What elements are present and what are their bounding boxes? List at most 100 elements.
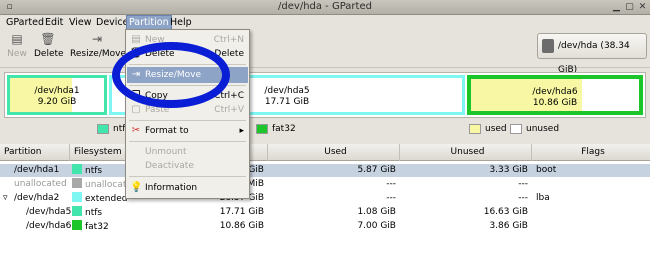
menu-help[interactable]: Help [168, 15, 194, 30]
fat32-swatch [72, 220, 82, 230]
disk-graphic: /dev/hda1 9.20 GiB /dev/hda5 17.71 GiB /… [4, 72, 646, 118]
menu-item-label: Unmount [145, 147, 187, 157]
used-cell: --- [386, 193, 396, 203]
size-cell: 10.86 GiB [219, 221, 264, 231]
new-button[interactable]: ▤ New [6, 32, 28, 59]
table-row[interactable]: unallocated unallocated MiB --- --- [0, 178, 650, 191]
trash-icon: 🗑 [40, 32, 56, 46]
column-used[interactable]: Used [268, 144, 400, 161]
filesystem-label: fat32 [85, 222, 109, 232]
size-cell: 17.71 GiB [219, 207, 264, 217]
filesystem-label: ntfs [85, 166, 103, 176]
paste-icon: ▢ [131, 104, 141, 115]
menu-partition[interactable]: Partition [126, 15, 172, 30]
menu-separator [129, 120, 246, 121]
filesystem-cell: fat32 [72, 220, 109, 233]
table-header: Partition Filesystem Size Used Unused Fl… [0, 144, 650, 161]
ntfs-swatch [72, 206, 82, 216]
menu-item-label: Information [145, 183, 198, 193]
table-row[interactable]: /dev/hda5 ntfs 17.71 GiB 1.08 GiB 16.63 … [0, 206, 650, 219]
unallocated-swatch [72, 178, 82, 188]
submenu-arrow-icon: ▸ [239, 126, 244, 136]
expander-icon[interactable]: ▿ [3, 192, 8, 205]
unused-cell: --- [518, 179, 528, 189]
menu-gparted[interactable]: GParted [4, 15, 46, 30]
resize-move-button[interactable]: ⇥ Resize/Move [70, 32, 130, 59]
unused-cell: 3.33 GiB [489, 165, 528, 175]
menu-item-information[interactable]: 💡 Information [127, 180, 248, 196]
used-cell: 5.87 GiB [357, 165, 396, 175]
device-selector-label: /dev/hda (38.34 GiB) [558, 41, 630, 75]
filesystem-cell: extended [72, 192, 127, 205]
used-cell: --- [386, 179, 396, 189]
column-unused[interactable]: Unused [400, 144, 532, 161]
menu-item-deactivate[interactable]: Deactivate [127, 158, 248, 174]
menu-separator [129, 141, 246, 142]
partition-cell: /dev/hda1 [14, 165, 60, 175]
new-icon: ▤ [11, 32, 23, 46]
column-partition[interactable]: Partition [0, 144, 70, 161]
close-icon[interactable]: ✕ [637, 2, 648, 13]
title-bar: ▫ /dev/hda - GParted ▁ ▢ ✕ [0, 0, 650, 15]
unused-cell: --- [518, 193, 528, 203]
fat32-swatch [256, 123, 268, 134]
resize-label: Resize/Move [70, 49, 127, 59]
legend-unused: unused [510, 123, 559, 135]
disk-partition-hda6[interactable]: /dev/hda6 10.86 GiB [467, 75, 643, 115]
unused-cell: 16.63 GiB [483, 207, 528, 217]
table-row[interactable]: ▿ /dev/hda2 extended 28.57 GiB --- --- l… [0, 192, 650, 205]
new-icon: ▤ [131, 34, 141, 45]
format-icon: ✂ [131, 125, 141, 136]
filesystem-cell: ntfs [72, 206, 102, 219]
resize-icon: ⇥ [92, 32, 103, 46]
hard-drive-icon [542, 39, 554, 53]
legend-label: used [485, 124, 507, 134]
lightbulb-icon: 💡 [130, 182, 143, 193]
flags-cell: lba [536, 193, 550, 203]
flags-cell: boot [536, 165, 557, 175]
partition-cell: /dev/hda5 [26, 207, 72, 217]
maximize-icon[interactable]: ▢ [624, 2, 635, 13]
ntfs-swatch [72, 164, 82, 174]
menu-view[interactable]: View [67, 15, 94, 30]
partition-size: 9.20 GiB [37, 97, 77, 107]
unused-cell: 3.86 GiB [489, 221, 528, 231]
extended-swatch [72, 192, 82, 202]
legend-label: fat32 [272, 124, 296, 134]
filesystem-label: ntfs [85, 208, 103, 218]
unused-swatch [510, 123, 522, 134]
highlight-circle [112, 42, 230, 108]
partition-name: /dev/hda6 [532, 87, 578, 97]
menu-bar: GParted Edit View Device Partition Help [0, 15, 650, 30]
legend-used: used [469, 123, 507, 135]
shortcut-label: Ctrl+V [214, 105, 244, 115]
menu-item-label: Deactivate [145, 161, 194, 171]
disk-partition-hda1[interactable]: /dev/hda1 9.20 GiB [7, 75, 107, 115]
menu-separator [129, 176, 246, 177]
legend-fat32: fat32 [256, 123, 296, 135]
legend-label: unused [526, 124, 560, 134]
used-cell: 1.08 GiB [357, 207, 396, 217]
partition-cell: unallocated [14, 179, 67, 189]
used-swatch [469, 123, 481, 134]
table-row[interactable]: /dev/hda6 fat32 10.86 GiB 7.00 GiB 3.86 … [0, 220, 650, 233]
delete-button[interactable]: 🗑 Delete [34, 32, 64, 59]
partition-cell: /dev/hda2 [14, 193, 60, 203]
minimize-icon[interactable]: ▁ [611, 2, 622, 13]
new-label: New [7, 49, 27, 59]
filesystem-label: extended [85, 194, 128, 204]
partition-name: /dev/hda1 [34, 86, 80, 96]
used-cell: 7.00 GiB [357, 221, 396, 231]
menu-item-format-to[interactable]: ✂ Format to ▸ [127, 123, 248, 139]
partition-cell: /dev/hda6 [26, 221, 72, 231]
column-flags[interactable]: Flags [532, 144, 650, 161]
table-row[interactable]: /dev/hda1 ntfs 9.20 GiB 5.87 GiB 3.33 Gi… [0, 164, 650, 177]
partition-size: 10.86 GiB [532, 98, 578, 108]
ntfs-swatch [97, 123, 109, 134]
menu-edit[interactable]: Edit [43, 15, 65, 30]
filesystem-cell: ntfs [72, 164, 102, 177]
delete-label: Delete [34, 49, 64, 59]
window-title: /dev/hda - GParted [278, 1, 372, 12]
device-selector[interactable]: /dev/hda (38.34 GiB) [537, 33, 647, 75]
menu-item-label: Format to [145, 126, 189, 136]
